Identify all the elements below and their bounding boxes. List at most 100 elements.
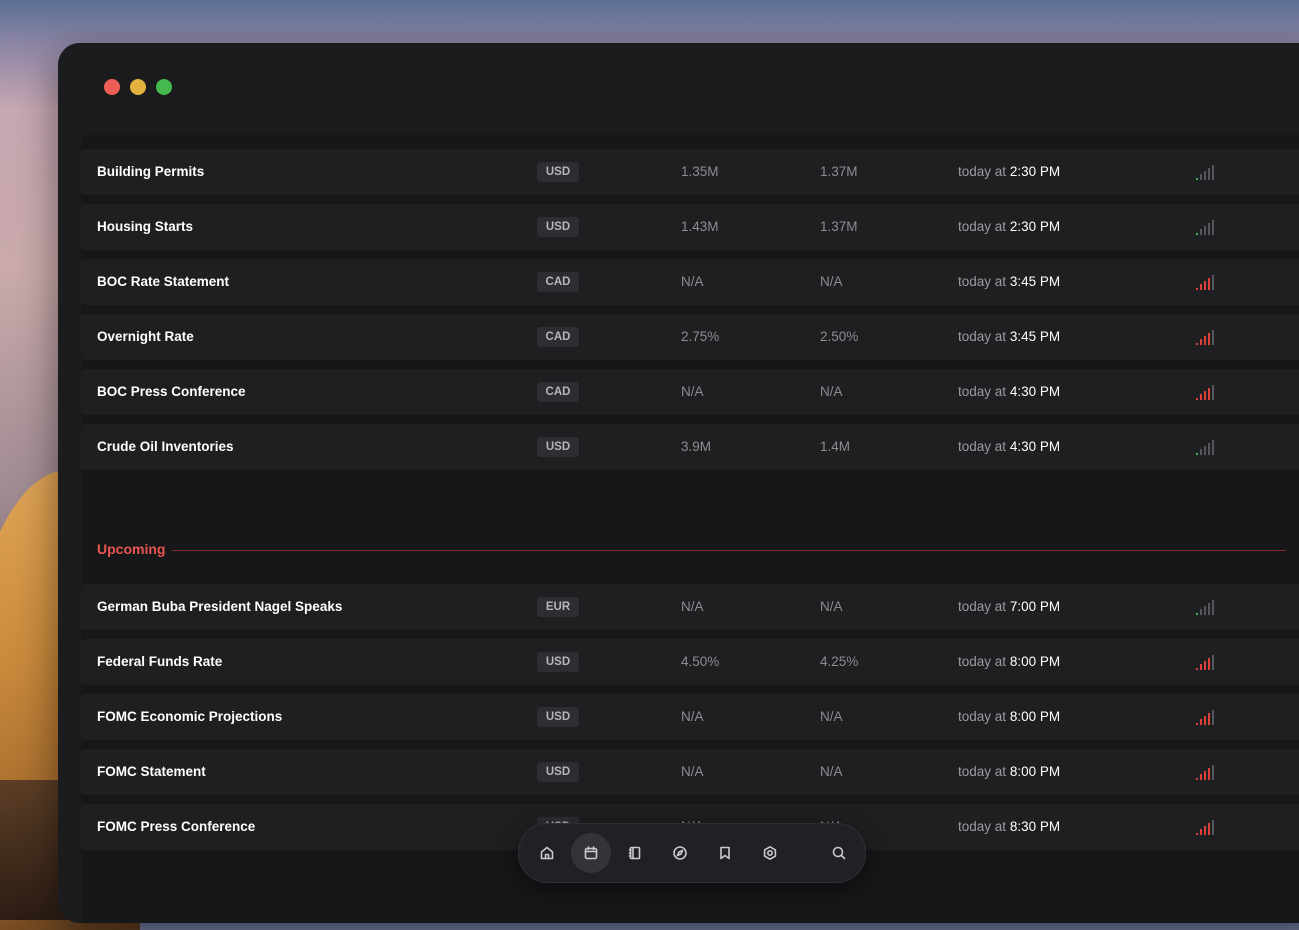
event-time: today at 2:30 PM	[958, 164, 1060, 179]
event-name: Overnight Rate	[97, 329, 194, 344]
event-row[interactable]: Building Permits USD 1.35M 1.37M today a…	[81, 149, 1299, 195]
currency-badge: CAD	[537, 382, 579, 402]
settings-icon	[763, 846, 777, 860]
forecast-value: 1.4M	[820, 439, 851, 454]
impact-bar	[1212, 165, 1214, 180]
impact-bar	[1196, 833, 1198, 835]
impact-bars-icon	[1196, 274, 1218, 290]
impact-bar	[1208, 658, 1210, 670]
impact-bars-icon	[1196, 219, 1218, 235]
impact-bar	[1208, 223, 1210, 235]
time-prefix: today at	[958, 709, 1007, 724]
impact-bar	[1196, 178, 1198, 180]
dock-explore-button[interactable]	[660, 833, 700, 873]
time-prefix: today at	[958, 274, 1007, 289]
event-time: today at 3:45 PM	[958, 329, 1060, 344]
event-time: today at 8:30 PM	[958, 819, 1060, 834]
impact-bar	[1196, 233, 1198, 235]
currency-badge: USD	[537, 437, 579, 457]
time-prefix: today at	[958, 599, 1007, 614]
home-icon	[540, 846, 554, 860]
impact-bars-icon	[1196, 164, 1218, 180]
dock-search-button[interactable]	[819, 833, 859, 873]
impact-bar	[1204, 661, 1206, 670]
event-row[interactable]: Crude Oil Inventories USD 3.9M 1.4M toda…	[81, 424, 1299, 470]
event-row[interactable]: FOMC Statement USD N/A N/A today at 8:00…	[81, 749, 1299, 795]
impact-bars-icon	[1196, 819, 1218, 835]
impact-bar	[1212, 600, 1214, 615]
dock-journal-button[interactable]	[615, 833, 655, 873]
event-row[interactable]: Federal Funds Rate USD 4.50% 4.25% today…	[81, 639, 1299, 685]
impact-bar	[1208, 823, 1210, 835]
dock-calendar-button[interactable]	[571, 833, 611, 873]
actual-value: 2.75%	[681, 329, 720, 344]
event-row[interactable]: German Buba President Nagel Speaks EUR N…	[81, 584, 1299, 630]
event-time: today at 4:30 PM	[958, 384, 1060, 399]
currency-badge: USD	[537, 217, 579, 237]
actual-value: 1.35M	[681, 164, 719, 179]
time-prefix: today at	[958, 819, 1007, 834]
time-value: 2:30 PM	[1009, 219, 1061, 234]
event-name: BOC Press Conference	[97, 384, 246, 399]
time-prefix: today at	[958, 654, 1007, 669]
impact-bar	[1200, 284, 1202, 290]
dock-home-button[interactable]	[527, 833, 567, 873]
currency-badge: USD	[537, 652, 579, 672]
close-window-button[interactable]	[104, 79, 120, 95]
event-row[interactable]: Overnight Rate CAD 2.75% 2.50% today at …	[81, 314, 1299, 360]
impact-bar	[1196, 453, 1198, 455]
forecast-value: N/A	[820, 274, 843, 289]
window-controls	[104, 79, 172, 95]
impact-bars-icon	[1196, 329, 1218, 345]
event-name: FOMC Press Conference	[97, 819, 256, 834]
event-name: Building Permits	[97, 164, 205, 179]
forecast-value: N/A	[820, 764, 843, 779]
event-row[interactable]: BOC Press Conference CAD N/A N/A today a…	[81, 369, 1299, 415]
impact-bar	[1200, 829, 1202, 835]
event-time: today at 8:00 PM	[958, 709, 1060, 724]
forecast-value: 1.37M	[820, 164, 858, 179]
impact-bar	[1204, 391, 1206, 400]
time-prefix: today at	[958, 219, 1007, 234]
actual-value: N/A	[681, 709, 704, 724]
impact-bar	[1200, 229, 1202, 235]
currency-badge: USD	[537, 162, 579, 182]
event-row[interactable]: Housing Starts USD 1.43M 1.37M today at …	[81, 204, 1299, 250]
minimize-window-button[interactable]	[130, 79, 146, 95]
impact-bar	[1208, 388, 1210, 400]
event-row[interactable]: BOC Rate Statement CAD N/A N/A today at …	[81, 259, 1299, 305]
notebook-icon	[628, 846, 641, 860]
impact-bar	[1200, 174, 1202, 180]
bookmark-icon	[720, 846, 730, 860]
time-value: 7:00 PM	[1009, 599, 1061, 614]
event-time: today at 8:00 PM	[958, 654, 1060, 669]
zoom-window-button[interactable]	[156, 79, 172, 95]
currency-badge: USD	[537, 762, 579, 782]
event-name: Federal Funds Rate	[97, 654, 223, 669]
event-row[interactable]: FOMC Economic Projections USD N/A N/A to…	[81, 694, 1299, 740]
impact-bar	[1208, 443, 1210, 455]
impact-bar	[1212, 655, 1214, 670]
impact-bar	[1196, 778, 1198, 780]
impact-bar	[1204, 606, 1206, 615]
event-name: German Buba President Nagel Speaks	[97, 599, 343, 614]
dock-settings-button[interactable]	[750, 833, 790, 873]
forecast-value: 2.50%	[820, 329, 859, 344]
impact-bar	[1212, 440, 1214, 455]
impact-bar	[1208, 168, 1210, 180]
event-name: BOC Rate Statement	[97, 274, 230, 289]
time-value: 8:00 PM	[1009, 654, 1061, 669]
event-name: FOMC Economic Projections	[97, 709, 283, 724]
forecast-value: N/A	[820, 709, 843, 724]
search-icon	[832, 846, 846, 860]
impact-bars-icon	[1196, 764, 1218, 780]
currency-badge: CAD	[537, 272, 579, 292]
dock-bookmarks-button[interactable]	[705, 833, 745, 873]
event-name: Crude Oil Inventories	[97, 439, 234, 454]
impact-bar	[1208, 603, 1210, 615]
actual-value: 1.43M	[681, 219, 719, 234]
forecast-value: N/A	[820, 599, 843, 614]
app-window: Building Permits USD 1.35M 1.37M today a…	[58, 43, 1299, 923]
compass-icon	[673, 846, 687, 860]
impact-bar	[1204, 716, 1206, 725]
